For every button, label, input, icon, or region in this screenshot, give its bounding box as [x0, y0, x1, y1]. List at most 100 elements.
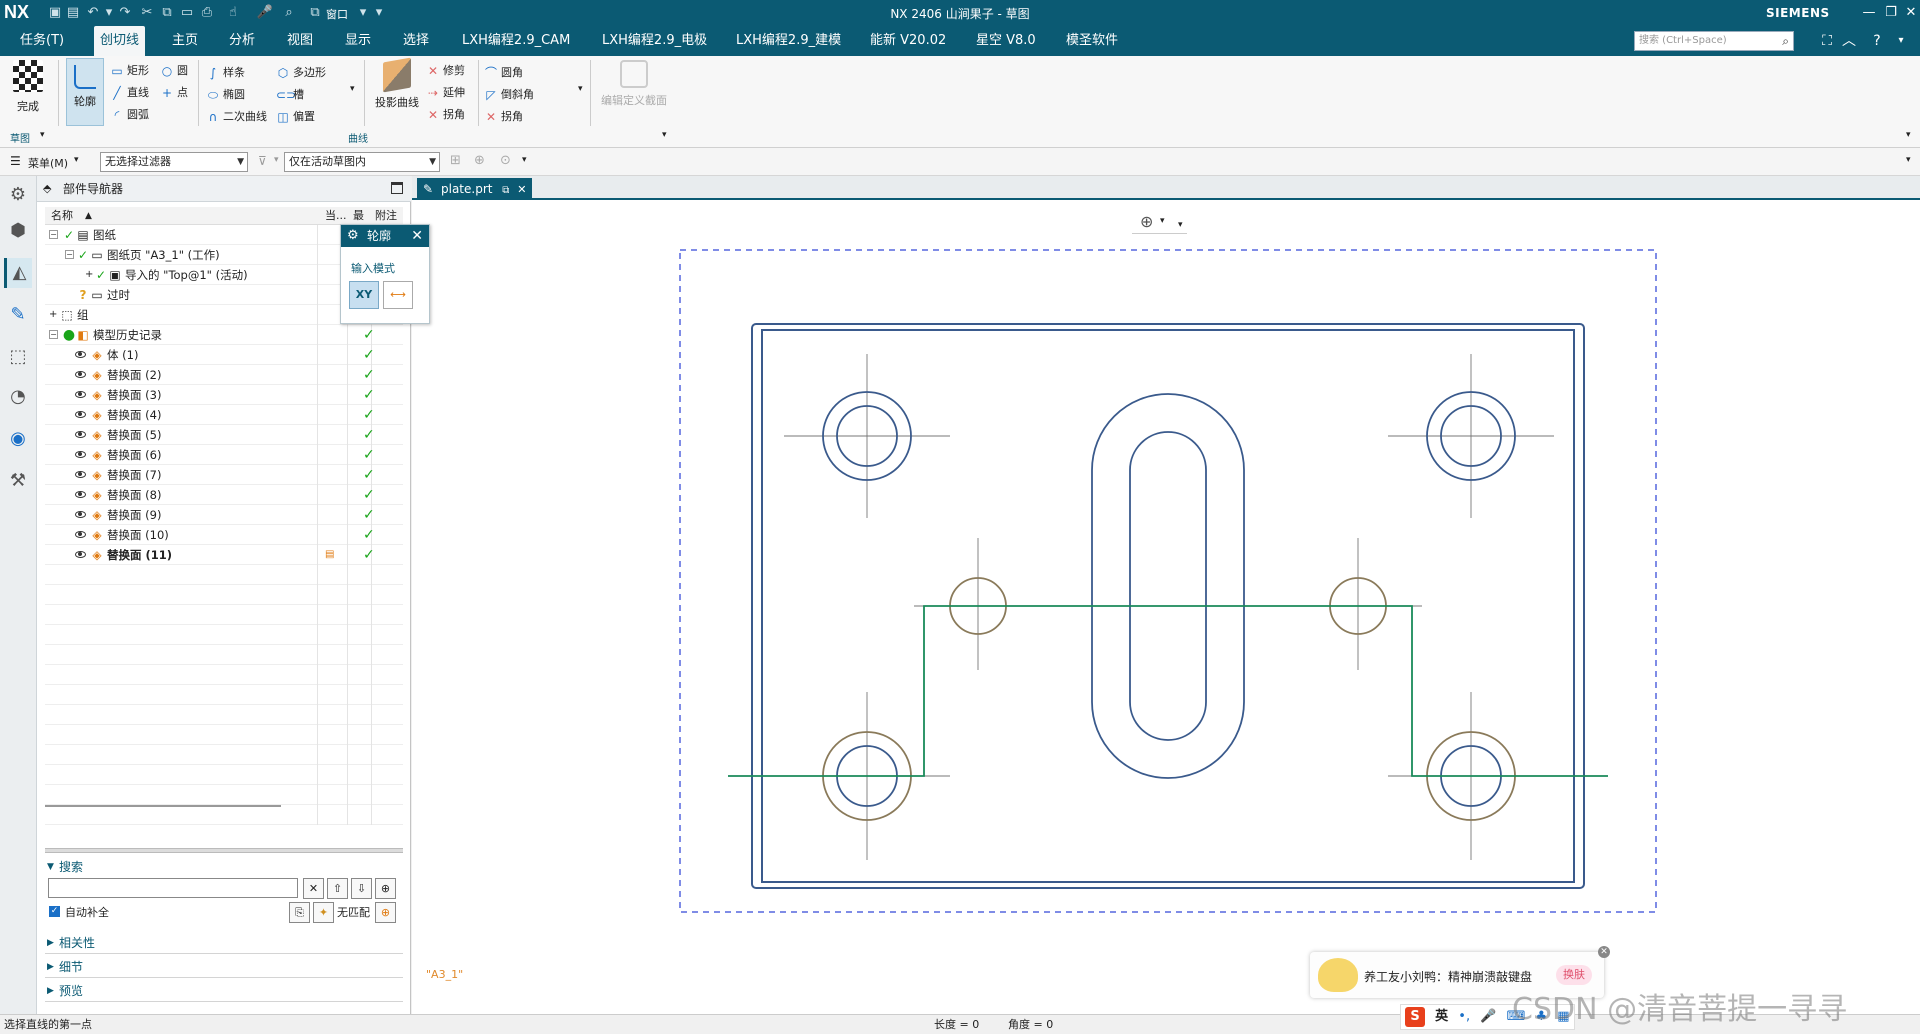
selection-dropdown-icon[interactable]: ▾	[522, 155, 527, 165]
match-icon[interactable]: ⊕	[375, 902, 396, 923]
doc-tab-plate[interactable]: ✎ plate.prt ⧉ ✕	[417, 178, 533, 200]
curve-gallery-dropdown-icon[interactable]: ▾	[350, 84, 355, 94]
auto-complete-checkbox[interactable]: ✓	[49, 906, 60, 917]
eye-icon[interactable]	[75, 471, 86, 478]
type-filter-select[interactable]: 无选择过滤器 ▼	[100, 152, 248, 172]
search-up-icon[interactable]: ⇧	[327, 878, 348, 899]
collapse-icon[interactable]: −	[65, 250, 74, 259]
close-tab-icon[interactable]: ✕	[517, 183, 526, 196]
eye-icon[interactable]	[75, 391, 86, 398]
eye-icon[interactable]	[75, 371, 86, 378]
line-button[interactable]: ╱ 直线	[110, 84, 149, 100]
collapse-ribbon-icon[interactable]: ︿	[1840, 32, 1858, 50]
tree-row[interactable]: ◈ 替换面 (3) ✓	[45, 385, 403, 405]
tab-xingkong[interactable]: 星空 V8.0	[970, 26, 1042, 56]
dialog-header[interactable]: ⚙ 轮廓 ✕	[341, 225, 429, 247]
eye-icon[interactable]	[75, 531, 86, 538]
tab-task[interactable]: 任务(T)	[14, 26, 70, 56]
settings-icon[interactable]: ⚙	[4, 180, 32, 210]
parameter-mode-button[interactable]: ⟷	[383, 281, 413, 309]
fullscreen-icon[interactable]: ⛶	[1818, 32, 1836, 50]
sogou-logo-icon[interactable]: S	[1405, 1006, 1425, 1027]
column-current[interactable]: 当...	[325, 207, 347, 225]
tab-lxh-cam[interactable]: LXH编程2.9_CAM	[456, 26, 576, 56]
dependencies-section[interactable]: ▶ 相关性	[45, 932, 403, 954]
tab-display[interactable]: 显示	[339, 26, 377, 56]
section-sketch-line[interactable]	[728, 605, 1608, 777]
tree-row[interactable]: − ● ◧ 模型历史记录 ✓	[45, 325, 403, 345]
eye-icon[interactable]	[75, 431, 86, 438]
rectangle-button[interactable]: ▭ 矩形	[110, 62, 149, 78]
tab-sketch[interactable]: 创切线	[94, 26, 146, 56]
search-section[interactable]: ▼ 搜索	[45, 856, 403, 878]
tree-row[interactable]: ◈ 替换面 (8) ✓	[45, 485, 403, 505]
ime-language-toggle[interactable]: 英	[1435, 1009, 1448, 1024]
snap-icon[interactable]: ⊕	[474, 153, 485, 168]
collapse-icon[interactable]: −	[49, 330, 58, 339]
filter-icon[interactable]: ⊽	[258, 154, 267, 168]
xy-mode-button[interactable]: XY	[349, 281, 379, 309]
tab-nengxin[interactable]: 能新 V20.02	[864, 26, 952, 56]
close-icon[interactable]: ✕	[1900, 3, 1920, 23]
navigator-search-input[interactable]	[48, 878, 298, 898]
group-sketch-dropdown-icon[interactable]: ▾	[40, 130, 45, 140]
details-section[interactable]: ▶ 细节	[45, 956, 403, 978]
tree-row[interactable]: ◈ 替换面 (2) ✓	[45, 365, 403, 385]
search-options-icon[interactable]: ⎘	[289, 902, 310, 923]
eye-icon[interactable]	[75, 511, 86, 518]
clear-search-icon[interactable]: ✕	[303, 878, 324, 899]
assembly-navigator-icon[interactable]: ⬢	[4, 216, 32, 246]
tab-home[interactable]: 主页	[166, 26, 204, 56]
collapse-icon[interactable]: −	[49, 230, 58, 239]
ellipse-button[interactable]: ⬭ 椭圆	[206, 86, 245, 102]
menu-icon[interactable]: ☰	[10, 154, 21, 168]
history-icon[interactable]: ◔	[4, 382, 32, 412]
sketch-canvas[interactable]	[412, 200, 1920, 1014]
eye-icon[interactable]	[75, 551, 86, 558]
make-corner-button[interactable]: ✕ 拐角	[484, 108, 523, 124]
eye-icon[interactable]	[75, 491, 86, 498]
search-locate-icon[interactable]: ⊕	[375, 878, 396, 899]
select-all-icon[interactable]: ⊞	[450, 153, 461, 168]
column-notes[interactable]: 附注	[375, 207, 397, 225]
arc-button[interactable]: ◜ 圆弧	[110, 106, 149, 122]
eye-icon[interactable]	[75, 351, 86, 358]
filter-dropdown-icon[interactable]: ▾	[274, 155, 279, 165]
restore-icon[interactable]: ❐	[1880, 3, 1902, 23]
corner-button[interactable]: ✕ 拐角	[426, 106, 465, 122]
selection-bar-options-icon[interactable]: ▾	[1906, 155, 1911, 165]
tree-row[interactable]: ◈ 替换面 (9) ✓	[45, 505, 403, 525]
ribbon-expand-icon[interactable]: ▾	[1906, 130, 1911, 140]
eye-icon[interactable]	[75, 451, 86, 458]
maximize-icon[interactable]	[391, 182, 403, 194]
edit-gallery-dropdown-icon[interactable]: ▾	[578, 84, 583, 94]
microphone-icon[interactable]: 🎤	[1480, 1009, 1496, 1024]
reuse-library-icon[interactable]: ⬚	[4, 342, 32, 372]
tree-row[interactable]: ◈ 替换面 (6) ✓	[45, 445, 403, 465]
conic-button[interactable]: ∩ 二次曲线	[206, 108, 267, 124]
tree-row[interactable]: ◈ 替换面 (10) ✓	[45, 525, 403, 545]
command-search-input[interactable]: 搜索 (Ctrl+Space) ⌕	[1634, 31, 1794, 51]
tree-row[interactable]: ◈ 替换面 (4) ✓	[45, 405, 403, 425]
horizontal-scrollbar[interactable]	[45, 805, 281, 807]
point-button[interactable]: + 点	[160, 84, 188, 100]
preview-section[interactable]: ▶ 预览	[45, 980, 403, 1002]
help-icon[interactable]: ?	[1868, 32, 1886, 50]
eye-icon[interactable]	[75, 411, 86, 418]
panel-splitter[interactable]	[45, 848, 403, 853]
selection-intent-icon[interactable]: ⊙	[500, 153, 511, 168]
polygon-button[interactable]: ⬡ 多边形	[276, 64, 326, 80]
part-navigator-icon[interactable]: ◭	[4, 258, 32, 288]
tab-select[interactable]: 选择	[397, 26, 435, 56]
offset-button[interactable]: ◫ 偏置	[276, 108, 315, 124]
search-icon[interactable]: ⌕	[1782, 32, 1789, 50]
close-toast-icon[interactable]: ✕	[1598, 946, 1610, 958]
edit-defining-section-button[interactable]: 编辑定义截面	[598, 60, 670, 108]
roles-icon[interactable]: ⚒	[4, 466, 32, 496]
expand-icon[interactable]: +	[49, 305, 57, 325]
circle-button[interactable]: ○ 圆	[160, 62, 188, 78]
tree-row[interactable]: ◈ 体 (1) ✓	[45, 345, 403, 365]
column-name[interactable]: 名称	[51, 207, 73, 225]
tab-lxh-electrode[interactable]: LXH编程2.9_电极	[596, 26, 713, 56]
finish-sketch-button[interactable]: 完成	[8, 60, 48, 114]
